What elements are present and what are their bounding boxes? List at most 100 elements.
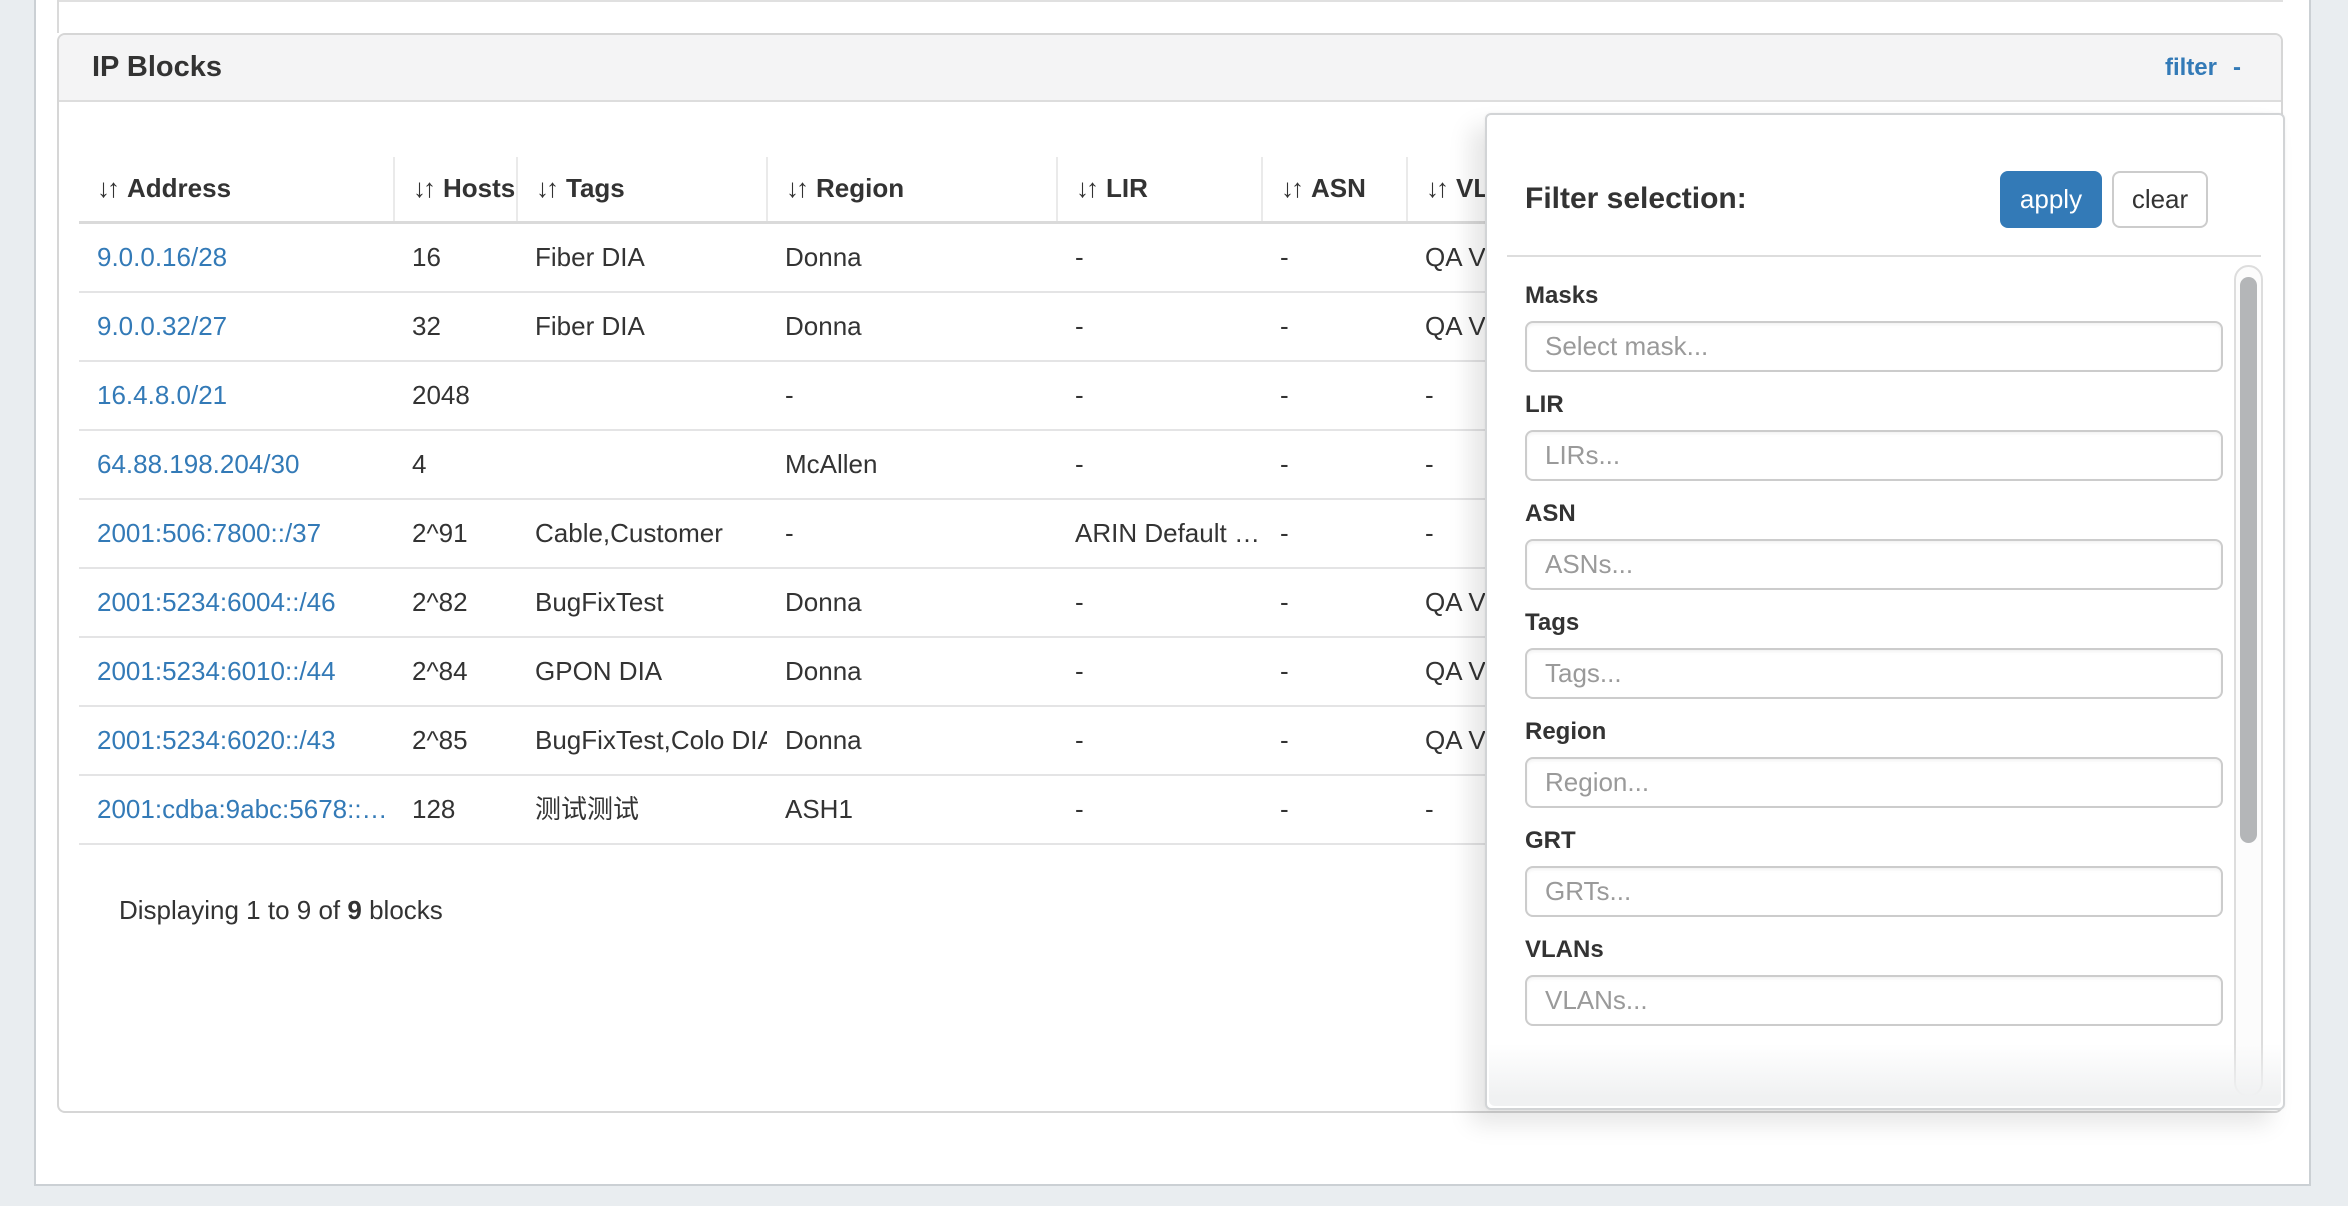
region-cell: - [767,361,1057,430]
hosts-cell: 2^84 [394,637,517,706]
lir-cell: - [1057,706,1262,775]
filter-field: Tags [1525,609,2283,699]
column-header-address[interactable]: ↓↑Address [79,157,394,223]
column-header-asn[interactable]: ↓↑ASN [1262,157,1407,223]
lir-cell: ARIN Default … [1057,499,1262,568]
filter-field: ASN [1525,500,2283,590]
tags-cell: Fiber DIA [517,292,767,361]
hosts-cell: 2048 [394,361,517,430]
address-link[interactable]: 2001:5234:6010::/44 [79,637,394,706]
hosts-cell: 128 [394,775,517,844]
asn-cell: - [1262,223,1407,293]
column-header-hosts[interactable]: ↓↑Hosts [394,157,517,223]
collapse-indicator: - [2233,54,2241,82]
previous-panel-border [57,0,59,33]
hosts-cell: 2^82 [394,568,517,637]
hosts-cell: 16 [394,223,517,293]
region-cell: Donna [767,292,1057,361]
address-link[interactable]: 2001:cdba:9abc:5678::… [79,775,394,844]
lir-cell: - [1057,568,1262,637]
filter-field-input[interactable] [1525,539,2223,590]
sort-icon: ↓↑ [413,173,433,203]
filter-field: Region [1525,718,2283,808]
sort-icon: ↓↑ [97,173,117,203]
filter-field-label: LIR [1525,391,2283,419]
address-link[interactable]: 2001:5234:6020::/43 [79,706,394,775]
filter-link-label: filter [2165,54,2217,82]
filter-field-input[interactable] [1525,757,2223,808]
scrollbar-track[interactable] [2234,265,2263,1097]
address-link[interactable]: 2001:5234:6004::/46 [79,568,394,637]
asn-cell: - [1262,637,1407,706]
region-cell: McAllen [767,430,1057,499]
tags-cell: BugFixTest,Colo DIA [517,706,767,775]
region-cell: - [767,499,1057,568]
asn-cell: - [1262,706,1407,775]
lir-cell: - [1057,361,1262,430]
sort-icon: ↓↑ [786,173,806,203]
filter-field: Masks [1525,282,2283,372]
filter-field: VLANs [1525,936,2283,1026]
sort-icon: ↓↑ [536,173,556,203]
asn-cell: - [1262,430,1407,499]
region-cell: ASH1 [767,775,1057,844]
address-link[interactable]: 64.88.198.204/30 [79,430,394,499]
asn-cell: - [1262,499,1407,568]
hosts-cell: 4 [394,430,517,499]
asn-cell: - [1262,361,1407,430]
column-header-region[interactable]: ↓↑Region [767,157,1057,223]
column-header-lir[interactable]: ↓↑LIR [1057,157,1262,223]
sort-icon: ↓↑ [1076,173,1096,203]
previous-panel-edge [57,0,2283,2]
asn-cell: - [1262,775,1407,844]
clear-button[interactable]: clear [2112,171,2208,228]
filter-field-label: GRT [1525,827,2283,855]
panel-bottom-fade [1489,1044,2281,1106]
filter-field-label: Masks [1525,282,2283,310]
filter-field-input[interactable] [1525,648,2223,699]
filter-selection-panel: Filter selection: apply clear Masks LIR … [1485,113,2285,1110]
filter-field-input[interactable] [1525,430,2223,481]
address-link[interactable]: 16.4.8.0/21 [79,361,394,430]
total-count: 9 [347,895,361,925]
lir-cell: - [1057,430,1262,499]
filter-field: GRT [1525,827,2283,917]
lir-cell: - [1057,775,1262,844]
address-link[interactable]: 9.0.0.16/28 [79,223,394,293]
filter-field-label: Region [1525,718,2283,746]
lir-cell: - [1057,223,1262,293]
filter-actions: apply clear [2000,171,2208,228]
lir-cell: - [1057,637,1262,706]
region-cell: Donna [767,637,1057,706]
address-link[interactable]: 9.0.0.32/27 [79,292,394,361]
apply-button[interactable]: apply [2000,171,2102,228]
filter-toggle-link[interactable]: filter - [2165,54,2241,82]
lir-cell: - [1057,292,1262,361]
tags-cell: GPON DIA [517,637,767,706]
column-header-tags[interactable]: ↓↑Tags [517,157,767,223]
tags-cell: Fiber DIA [517,223,767,293]
asn-cell: - [1262,292,1407,361]
region-cell: Donna [767,223,1057,293]
tags-cell: Cable,Customer [517,499,767,568]
filter-fields: Masks LIR ASN Tags Region GRT VLANs [1487,257,2283,1026]
tags-cell [517,430,767,499]
hosts-cell: 2^91 [394,499,517,568]
card-header: IP Blocks filter - [59,35,2281,102]
filter-field-input[interactable] [1525,975,2223,1026]
filter-panel-heading: Filter selection: [1525,182,1747,216]
hosts-cell: 2^85 [394,706,517,775]
filter-field-label: Tags [1525,609,2283,637]
tags-cell: 测试测试 [517,775,767,844]
filter-field-input[interactable] [1525,321,2223,372]
filter-field-label: VLANs [1525,936,2283,964]
address-link[interactable]: 2001:506:7800::/37 [79,499,394,568]
filter-field-input[interactable] [1525,866,2223,917]
asn-cell: - [1262,568,1407,637]
filter-panel-header: Filter selection: apply clear [1487,115,2283,255]
page-title: IP Blocks [92,51,222,84]
scrollbar-thumb[interactable] [2240,277,2257,843]
tags-cell [517,361,767,430]
filter-field: LIR [1525,391,2283,481]
tags-cell: BugFixTest [517,568,767,637]
